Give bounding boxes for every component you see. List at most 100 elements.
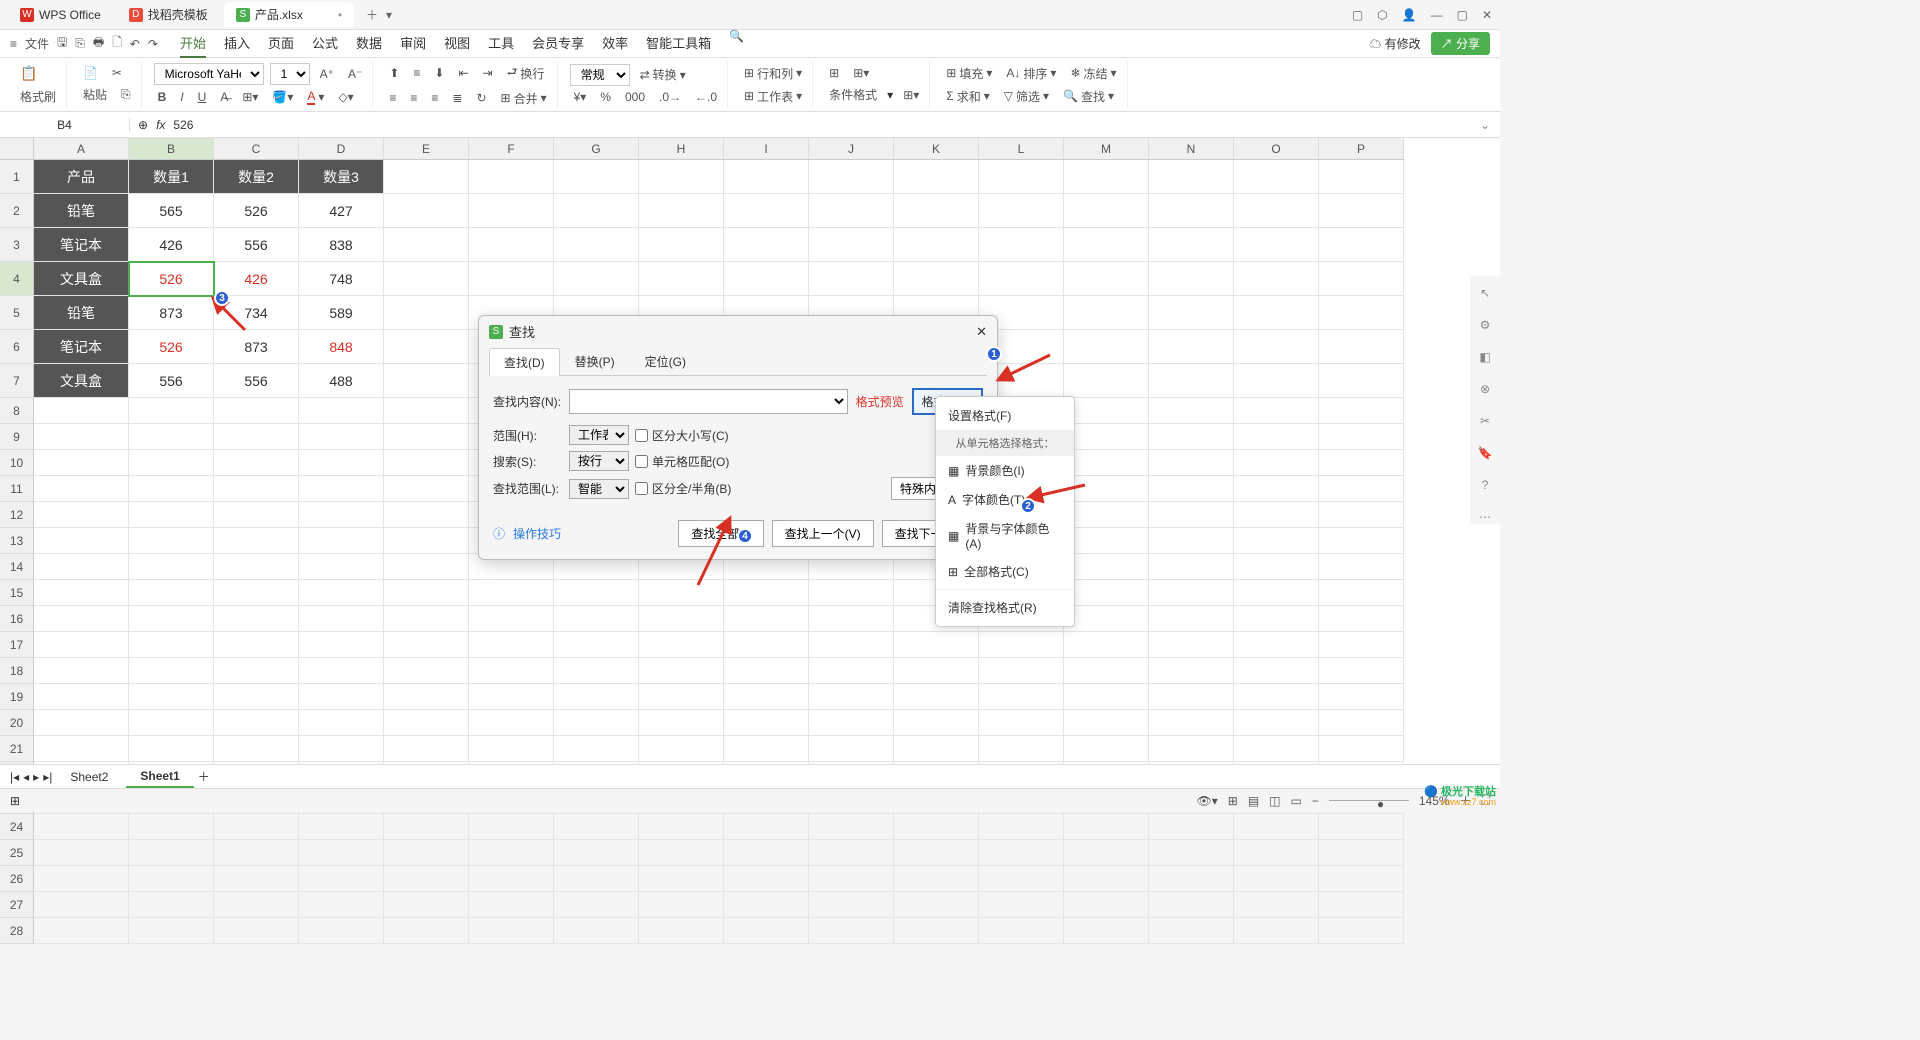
search-select[interactable]: 按行 (569, 451, 629, 471)
cell-N5[interactable] (1149, 296, 1234, 330)
font-size-select[interactable]: 10 (270, 63, 310, 85)
match-case-checkbox[interactable]: 区分大小写(C) (635, 427, 729, 444)
cube-icon[interactable]: ⬡ (1377, 8, 1387, 22)
cell-C9[interactable] (214, 424, 299, 450)
tab-start[interactable]: 开始 (180, 29, 206, 58)
cell-C15[interactable] (214, 580, 299, 606)
font-name-select[interactable]: Microsoft YaHei (154, 63, 264, 85)
tab-template[interactable]: D找稻壳模板 (117, 2, 220, 27)
cell-P16[interactable] (1319, 606, 1404, 632)
col-header-O[interactable]: O (1234, 138, 1319, 159)
cell-H16[interactable] (639, 606, 724, 632)
cell-B13[interactable] (129, 528, 214, 554)
cell-A14[interactable] (34, 554, 129, 580)
cell-D28[interactable] (299, 918, 384, 944)
row-header-7[interactable]: 7 (0, 364, 33, 398)
cell-J20[interactable] (809, 710, 894, 736)
cell-O28[interactable] (1234, 918, 1319, 944)
cell-D10[interactable] (299, 450, 384, 476)
menu-bg-color[interactable]: ▦背景颜色(I) (936, 456, 1074, 485)
dec-decimal-button[interactable]: ←.0 (691, 88, 721, 106)
cell-D20[interactable] (299, 710, 384, 736)
cell-L19[interactable] (979, 684, 1064, 710)
cell-F3[interactable] (469, 228, 554, 262)
cell-N6[interactable] (1149, 330, 1234, 364)
cell-K27[interactable] (894, 892, 979, 918)
cell-D25[interactable] (299, 840, 384, 866)
paste-button[interactable]: 📄 (79, 64, 102, 82)
cell-N14[interactable] (1149, 554, 1234, 580)
cell-B11[interactable] (129, 476, 214, 502)
cell-P25[interactable] (1319, 840, 1404, 866)
cell-H1[interactable] (639, 160, 724, 194)
wrap-button[interactable]: ⮐ 换行 (503, 61, 549, 86)
cell-L20[interactable] (979, 710, 1064, 736)
cell-B14[interactable] (129, 554, 214, 580)
cell-M28[interactable] (1064, 918, 1149, 944)
undo-icon[interactable]: ↶ (130, 37, 140, 51)
print-icon[interactable]: 🖶 (93, 33, 104, 54)
increase-font-button[interactable]: A⁺ (316, 65, 338, 83)
cell-N19[interactable] (1149, 684, 1234, 710)
cell-D19[interactable] (299, 684, 384, 710)
cell-M26[interactable] (1064, 866, 1149, 892)
row-header-26[interactable]: 26 (0, 866, 33, 892)
indent-right-button[interactable]: ⇥ (479, 64, 497, 82)
rowcol-button[interactable]: ⊞ 行和列▾ (740, 63, 806, 84)
export-icon[interactable]: ⎘ (75, 36, 85, 51)
row-header-5[interactable]: 5 (0, 296, 33, 330)
cell-B17[interactable] (129, 632, 214, 658)
cell-D7[interactable]: 488 (299, 364, 384, 398)
cell-E17[interactable] (384, 632, 469, 658)
cell-G3[interactable] (554, 228, 639, 262)
cell-N11[interactable] (1149, 476, 1234, 502)
cell-J26[interactable] (809, 866, 894, 892)
cell-P7[interactable] (1319, 364, 1404, 398)
cell-E27[interactable] (384, 892, 469, 918)
cell-P20[interactable] (1319, 710, 1404, 736)
cell-E6[interactable] (384, 330, 469, 364)
cell-C4[interactable]: 426 (214, 262, 299, 296)
cell-G16[interactable] (554, 606, 639, 632)
cell-reference[interactable]: B4 (0, 118, 130, 132)
cell-J2[interactable] (809, 194, 894, 228)
cell-D8[interactable] (299, 398, 384, 424)
cell-N25[interactable] (1149, 840, 1234, 866)
cell-A6[interactable]: 笔记本 (34, 330, 129, 364)
format-painter-label[interactable]: 格式刷 (16, 86, 60, 107)
preview-icon[interactable]: 🗋 (112, 33, 122, 54)
cell-E7[interactable] (384, 364, 469, 398)
menu-all-format[interactable]: ⊞全部格式(C) (936, 557, 1074, 586)
cell-F1[interactable] (469, 160, 554, 194)
row-header-27[interactable]: 27 (0, 892, 33, 918)
font-color-button[interactable]: A▾ (303, 87, 328, 107)
cell-P24[interactable] (1319, 814, 1404, 840)
cell-B15[interactable] (129, 580, 214, 606)
cell-A19[interactable] (34, 684, 129, 710)
cell-A11[interactable] (34, 476, 129, 502)
cell-D6[interactable]: 848 (299, 330, 384, 364)
cell-M6[interactable] (1064, 330, 1149, 364)
strike-button[interactable]: A̶ (216, 88, 232, 106)
cell-G17[interactable] (554, 632, 639, 658)
cell-B2[interactable]: 565 (129, 194, 214, 228)
view-normal-icon[interactable]: ⊞ (1228, 794, 1238, 808)
cell-D11[interactable] (299, 476, 384, 502)
row-header-24[interactable]: 24 (0, 814, 33, 840)
match-entire-checkbox[interactable]: 单元格匹配(O) (635, 453, 729, 470)
cell-A13[interactable] (34, 528, 129, 554)
cell-N17[interactable] (1149, 632, 1234, 658)
tab-dropdown[interactable]: ▾ (386, 8, 392, 22)
cell-C28[interactable] (214, 918, 299, 944)
cell-D27[interactable] (299, 892, 384, 918)
redo-icon[interactable]: ↷ (148, 37, 158, 51)
row-header-28[interactable]: 28 (0, 918, 33, 944)
cell-L2[interactable] (979, 194, 1064, 228)
cell-N3[interactable] (1149, 228, 1234, 262)
row-header-4[interactable]: 4 (0, 262, 33, 296)
row-header-17[interactable]: 17 (0, 632, 33, 658)
cell-C2[interactable]: 526 (214, 194, 299, 228)
cell-P8[interactable] (1319, 398, 1404, 424)
cell-F16[interactable] (469, 606, 554, 632)
col-header-L[interactable]: L (979, 138, 1064, 159)
